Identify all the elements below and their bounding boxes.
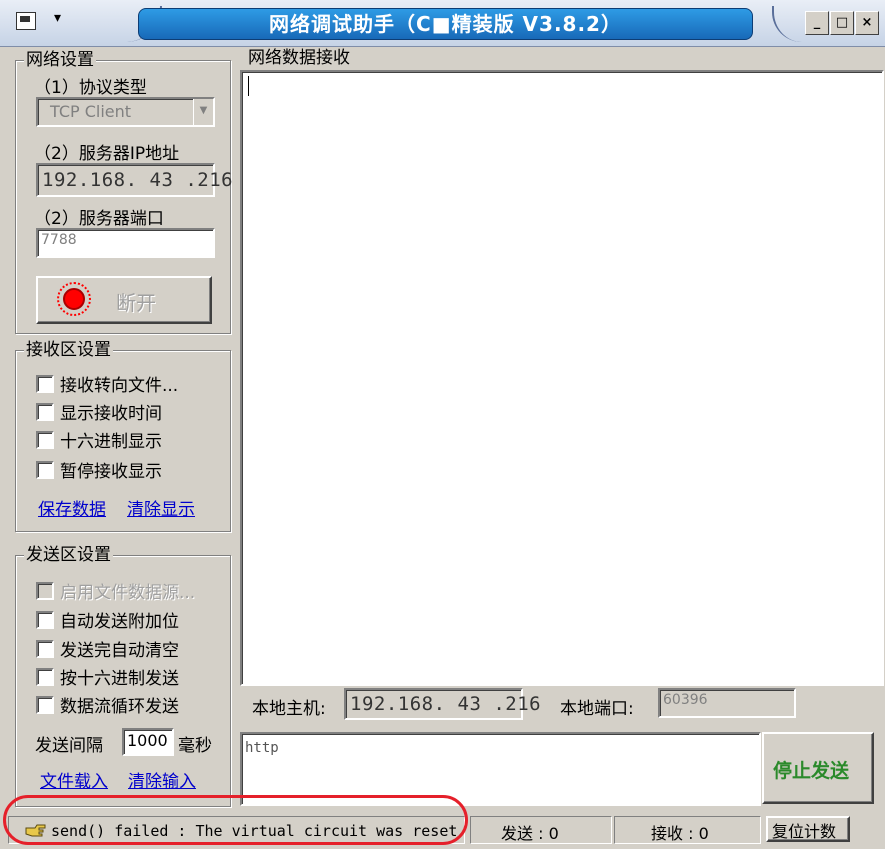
checkbox-show-receive-time[interactable]: [36, 403, 54, 421]
local-host-value: 192.168. 43 .216: [350, 693, 542, 715]
reset-count-label: 复位计数: [772, 822, 837, 841]
disconnect-button-label: 断开: [116, 291, 156, 315]
close-button[interactable]: ×: [855, 11, 879, 35]
send-settings-group: 发送区设置 启用文件数据源... 自动发送附加位 发送完自动清空 按十六进制发送…: [15, 544, 231, 807]
checkbox-auto-append[interactable]: [36, 611, 54, 629]
dropdown-arrow-icon: ▾: [54, 10, 62, 26]
reset-count-button[interactable]: 复位计数: [766, 816, 850, 842]
received-count: 接收 : 0: [651, 824, 709, 843]
checkbox-label: 十六进制显示: [60, 432, 162, 452]
pointing-hand-icon: [25, 824, 46, 837]
status-message-panel: send() failed : The virtual circuit was …: [8, 816, 465, 844]
local-port-field: 60396: [658, 688, 796, 718]
load-file-link[interactable]: 文件载入: [40, 767, 108, 792]
receive-settings-legend: 接收区设置: [24, 339, 113, 361]
checkbox-file-source[interactable]: [36, 582, 54, 600]
interval-input[interactable]: 1000: [122, 728, 174, 756]
protocol-select[interactable]: TCP Client ▼: [36, 97, 215, 127]
local-port-label: 本地端口:: [560, 699, 634, 719]
checkbox-auto-clear[interactable]: [36, 640, 54, 658]
save-data-link[interactable]: 保存数据: [38, 495, 106, 520]
stop-send-label: 停止发送: [773, 760, 850, 782]
text-caret: [248, 76, 249, 96]
checkbox-label: 数据流循环发送: [60, 697, 179, 717]
receive-settings-group: 接收区设置 接收转向文件... 显示接收时间 十六进制显示 暂停接收显示 保存数…: [15, 339, 231, 532]
interval-unit: 毫秒: [178, 736, 212, 756]
minimize-button[interactable]: _: [805, 11, 829, 35]
clear-input-link[interactable]: 清除输入: [128, 767, 196, 792]
chevron-down-icon[interactable]: ▼: [193, 99, 213, 125]
sent-count: 发送 : 0: [501, 824, 559, 843]
interval-value: 1000: [127, 731, 168, 750]
send-text: http: [245, 740, 279, 756]
status-bar: send() failed : The virtual circuit was …: [0, 812, 885, 849]
checkbox-hex-send[interactable]: [36, 668, 54, 686]
received-count-panel: 接收 : 0: [614, 816, 761, 844]
checkbox-label: 显示接收时间: [60, 404, 162, 424]
server-port-value: 7788: [41, 232, 77, 248]
checkbox-label: 接收转向文件...: [60, 376, 179, 396]
checkbox-label: 发送完自动清空: [60, 641, 179, 661]
local-host-label: 本地主机:: [252, 699, 326, 719]
title-pill: 网络调试助手（C■精装版 V3.8.2）: [138, 8, 753, 40]
interval-label: 发送间隔: [35, 736, 103, 756]
checkbox-label: 启用文件数据源...: [60, 583, 196, 603]
maximize-button[interactable]: □: [830, 11, 854, 35]
status-light-icon: [57, 282, 91, 316]
receive-textarea[interactable]: [240, 70, 884, 686]
local-host-field: 192.168. 43 .216: [344, 688, 541, 720]
checkbox-loop-send[interactable]: [36, 696, 54, 714]
checkbox-pause-display[interactable]: [36, 461, 54, 479]
stop-send-button[interactable]: 停止发送: [762, 732, 874, 804]
receive-area-legend: 网络数据接收: [246, 47, 352, 69]
checkbox-label: 暂停接收显示: [60, 462, 162, 482]
network-app-icon: [16, 12, 36, 30]
send-textarea[interactable]: http: [240, 732, 761, 806]
sent-count-panel: 发送 : 0: [470, 816, 612, 844]
send-settings-legend: 发送区设置: [24, 544, 113, 566]
network-settings-legend: 网络设置: [24, 49, 96, 71]
server-ip-value: 192.168. 43 .216: [42, 169, 234, 191]
disconnect-button[interactable]: 断开: [36, 276, 212, 324]
local-port-value: 60396: [663, 692, 708, 708]
checkbox-label: 按十六进制发送: [60, 669, 179, 689]
title-bar: ▾ 网络调试助手（C■精装版 V3.8.2） _ □ ×: [0, 0, 885, 47]
clear-display-link[interactable]: 清除显示: [127, 495, 195, 520]
checkbox-label: 自动发送附加位: [60, 612, 179, 632]
protocol-label: （1）协议类型: [34, 78, 147, 98]
protocol-value: TCP Client: [50, 102, 132, 121]
server-port-label: （2）服务器端口: [34, 209, 164, 229]
checkbox-receive-to-file[interactable]: [36, 375, 54, 393]
status-message: send() failed : The virtual circuit was …: [51, 822, 458, 840]
system-menu[interactable]: ▾: [8, 8, 78, 34]
server-port-input[interactable]: 7788: [36, 228, 215, 258]
server-ip-field[interactable]: 192.168. 43 .216: [36, 163, 233, 197]
server-ip-label: （2）服务器IP地址: [34, 144, 180, 164]
network-settings-group: 网络设置 （1）协议类型 TCP Client ▼ （2）服务器IP地址 192…: [15, 49, 233, 334]
checkbox-hex-display[interactable]: [36, 431, 54, 449]
window-title: 网络调试助手（C■精装版 V3.8.2）: [269, 12, 622, 36]
